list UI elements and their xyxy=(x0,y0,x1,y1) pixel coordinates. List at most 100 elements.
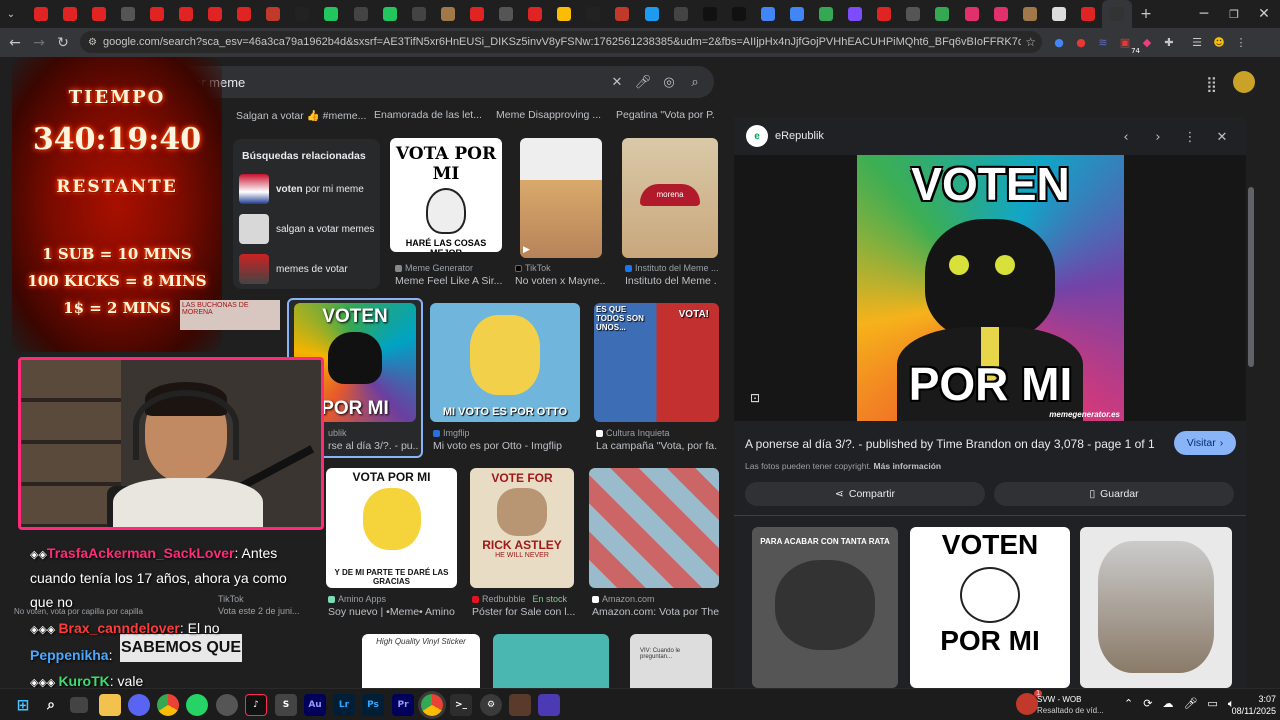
tray-app-icon[interactable]: 1 xyxy=(1016,690,1042,715)
preview-image-area[interactable]: VOTEN POR MI memegenerator.es ⊡ xyxy=(734,155,1246,421)
settings-icon[interactable]: ⚙ xyxy=(480,694,502,716)
clock[interactable]: 3:07 08/11/2025 xyxy=(1214,693,1276,717)
terminal-icon[interactable]: >_ xyxy=(450,694,472,716)
image-source[interactable]: ublik xyxy=(328,428,347,438)
image-caption[interactable]: Enamorada de las let... xyxy=(374,109,496,122)
app-icon[interactable] xyxy=(216,694,238,716)
app-icon[interactable] xyxy=(509,694,531,716)
related-image[interactable]: PARA ACABAR CON TANTA RATA xyxy=(752,527,898,688)
photoshop-icon[interactable]: Ps xyxy=(362,694,384,716)
more-info-link[interactable]: Más información xyxy=(874,461,942,471)
browser-tab[interactable] xyxy=(433,0,462,28)
browser-tab[interactable] xyxy=(666,0,695,28)
image-source[interactable]: Redbubble En stock xyxy=(472,594,567,604)
maximize-button[interactable]: ❐ xyxy=(1218,0,1250,28)
scrollbar[interactable] xyxy=(1248,187,1254,367)
app-icon[interactable]: S xyxy=(275,694,297,716)
browser-tab[interactable] xyxy=(753,0,782,28)
premiere-icon[interactable]: Pr xyxy=(392,694,414,716)
next-icon[interactable]: › xyxy=(1148,127,1168,147)
browser-tab[interactable] xyxy=(259,0,288,28)
related-search-item[interactable]: salgan a votar memes xyxy=(239,212,375,246)
image-source[interactable]: Instituto del Meme ... xyxy=(625,263,719,273)
browser-tab[interactable] xyxy=(841,0,870,28)
start-icon[interactable]: ⊞ xyxy=(12,694,34,716)
back-icon[interactable]: ← xyxy=(3,31,27,55)
browser-tab[interactable] xyxy=(1073,0,1102,28)
sync-icon[interactable]: ⟳ xyxy=(1143,697,1152,711)
browser-tab[interactable] xyxy=(142,0,171,28)
browser-tab[interactable] xyxy=(957,0,986,28)
image-source[interactable]: Cultura Inquieta xyxy=(596,428,670,438)
address-bar[interactable]: ⚙ google.com/search?sca_esv=46a3ca79a196… xyxy=(80,31,1042,53)
extension-icon[interactable]: ● xyxy=(1050,33,1068,51)
browser-tab[interactable] xyxy=(637,0,666,28)
preview-title[interactable]: A ponerse al día 3/?. - published by Tim… xyxy=(745,437,1155,451)
image-result[interactable] xyxy=(493,634,609,688)
microphone-icon[interactable]: 🎤︎ xyxy=(630,75,656,90)
app-icon[interactable] xyxy=(538,694,560,716)
image-caption[interactable]: No voten x Mayne... xyxy=(515,275,605,287)
extension-icon[interactable]: ● xyxy=(1072,33,1090,51)
image-caption[interactable]: rse al día 3/?. - pu... xyxy=(328,440,418,452)
menu-icon[interactable]: ⋮ xyxy=(1232,33,1250,51)
save-button[interactable]: ▯ Guardar xyxy=(994,482,1234,506)
image-caption[interactable]: La campaña "Vota, por fa... xyxy=(596,440,718,452)
image-source[interactable]: Meme Generator xyxy=(395,263,473,273)
image-caption[interactable]: Salgan a votar 👍 #meme... xyxy=(236,109,374,122)
minimize-button[interactable]: ─ xyxy=(1188,0,1220,28)
image-caption[interactable]: Soy nuevo | •Meme• Amino xyxy=(328,606,456,618)
image-caption[interactable]: Meme Feel Like A Sir... xyxy=(395,275,503,287)
browser-tab[interactable] xyxy=(782,0,811,28)
image-caption[interactable]: Amazon.com: Vota por The... xyxy=(592,606,720,618)
image-result[interactable]: VOTA POR MI Y DE MI PARTE TE DARÉ LAS GR… xyxy=(326,468,457,588)
browser-tab[interactable] xyxy=(230,0,259,28)
image-source[interactable]: TikTok xyxy=(218,594,244,604)
image-result[interactable]: High Quality Vinyl Sticker xyxy=(362,634,480,688)
browser-tab[interactable] xyxy=(288,0,317,28)
profile-avatar-icon[interactable]: ☻ xyxy=(1210,33,1228,51)
lens-search-icon[interactable]: ⊡ xyxy=(750,391,760,405)
browser-tab[interactable] xyxy=(462,0,491,28)
image-caption[interactable]: Instituto del Meme ... xyxy=(625,275,717,287)
browser-tab[interactable] xyxy=(550,0,579,28)
lightroom-icon[interactable]: Lr xyxy=(333,694,355,716)
clear-icon[interactable]: ✕ xyxy=(604,75,630,90)
browser-tab[interactable] xyxy=(608,0,637,28)
image-caption[interactable]: Póster for Sale con l... xyxy=(472,606,580,618)
preview-source[interactable]: eRepublik xyxy=(775,130,824,142)
related-search-item[interactable]: voten por mi meme xyxy=(239,172,375,206)
image-caption[interactable]: Vota este 2 de juni... xyxy=(218,606,300,616)
browser-tab[interactable] xyxy=(1102,0,1132,28)
image-result[interactable]: VIV: Cuando le preguntan... xyxy=(630,634,712,688)
extension-icon[interactable]: ☰ xyxy=(1188,33,1206,51)
related-image[interactable]: VOTEN POR MI xyxy=(910,527,1070,688)
account-avatar[interactable] xyxy=(1233,71,1255,93)
forward-icon[interactable]: → xyxy=(27,31,51,55)
browser-tab[interactable] xyxy=(346,0,375,28)
close-preview-icon[interactable]: ✕ xyxy=(1212,127,1232,147)
image-caption[interactable]: Pegatina "Vota por P... xyxy=(616,109,714,122)
cloud-icon[interactable]: ☁ xyxy=(1162,697,1173,711)
browser-tab[interactable] xyxy=(579,0,608,28)
browser-tab[interactable] xyxy=(899,0,928,28)
more-options-icon[interactable]: ⋮ xyxy=(1180,127,1200,147)
related-image[interactable] xyxy=(1080,527,1232,688)
browser-tab[interactable] xyxy=(404,0,433,28)
browser-tab[interactable] xyxy=(1044,0,1073,28)
extension-icon[interactable]: ◆ xyxy=(1138,33,1156,51)
mic-icon[interactable]: 🎤︎ xyxy=(1183,697,1197,711)
extension-icon[interactable]: ▣ 74 xyxy=(1116,33,1140,56)
chrome-icon[interactable] xyxy=(157,694,179,716)
browser-tab[interactable] xyxy=(812,0,841,28)
browser-tab[interactable] xyxy=(113,0,142,28)
image-result[interactable]: MI VOTO ES POR OTTO xyxy=(430,303,580,422)
image-source[interactable]: TikTok xyxy=(515,263,551,273)
search-icon[interactable]: ⌕ xyxy=(682,75,708,90)
tray-notification[interactable]: SVW - WOB Resaltado de víd... xyxy=(1037,694,1104,716)
browser-tab[interactable] xyxy=(986,0,1015,28)
search-box[interactable]: or meme ✕ 🎤︎ ◎ ⌕ xyxy=(150,66,714,98)
chevron-up-icon[interactable]: ⌃ xyxy=(1124,697,1133,711)
image-source[interactable]: Amazon.com xyxy=(592,594,655,604)
task-view-icon[interactable] xyxy=(70,697,88,713)
